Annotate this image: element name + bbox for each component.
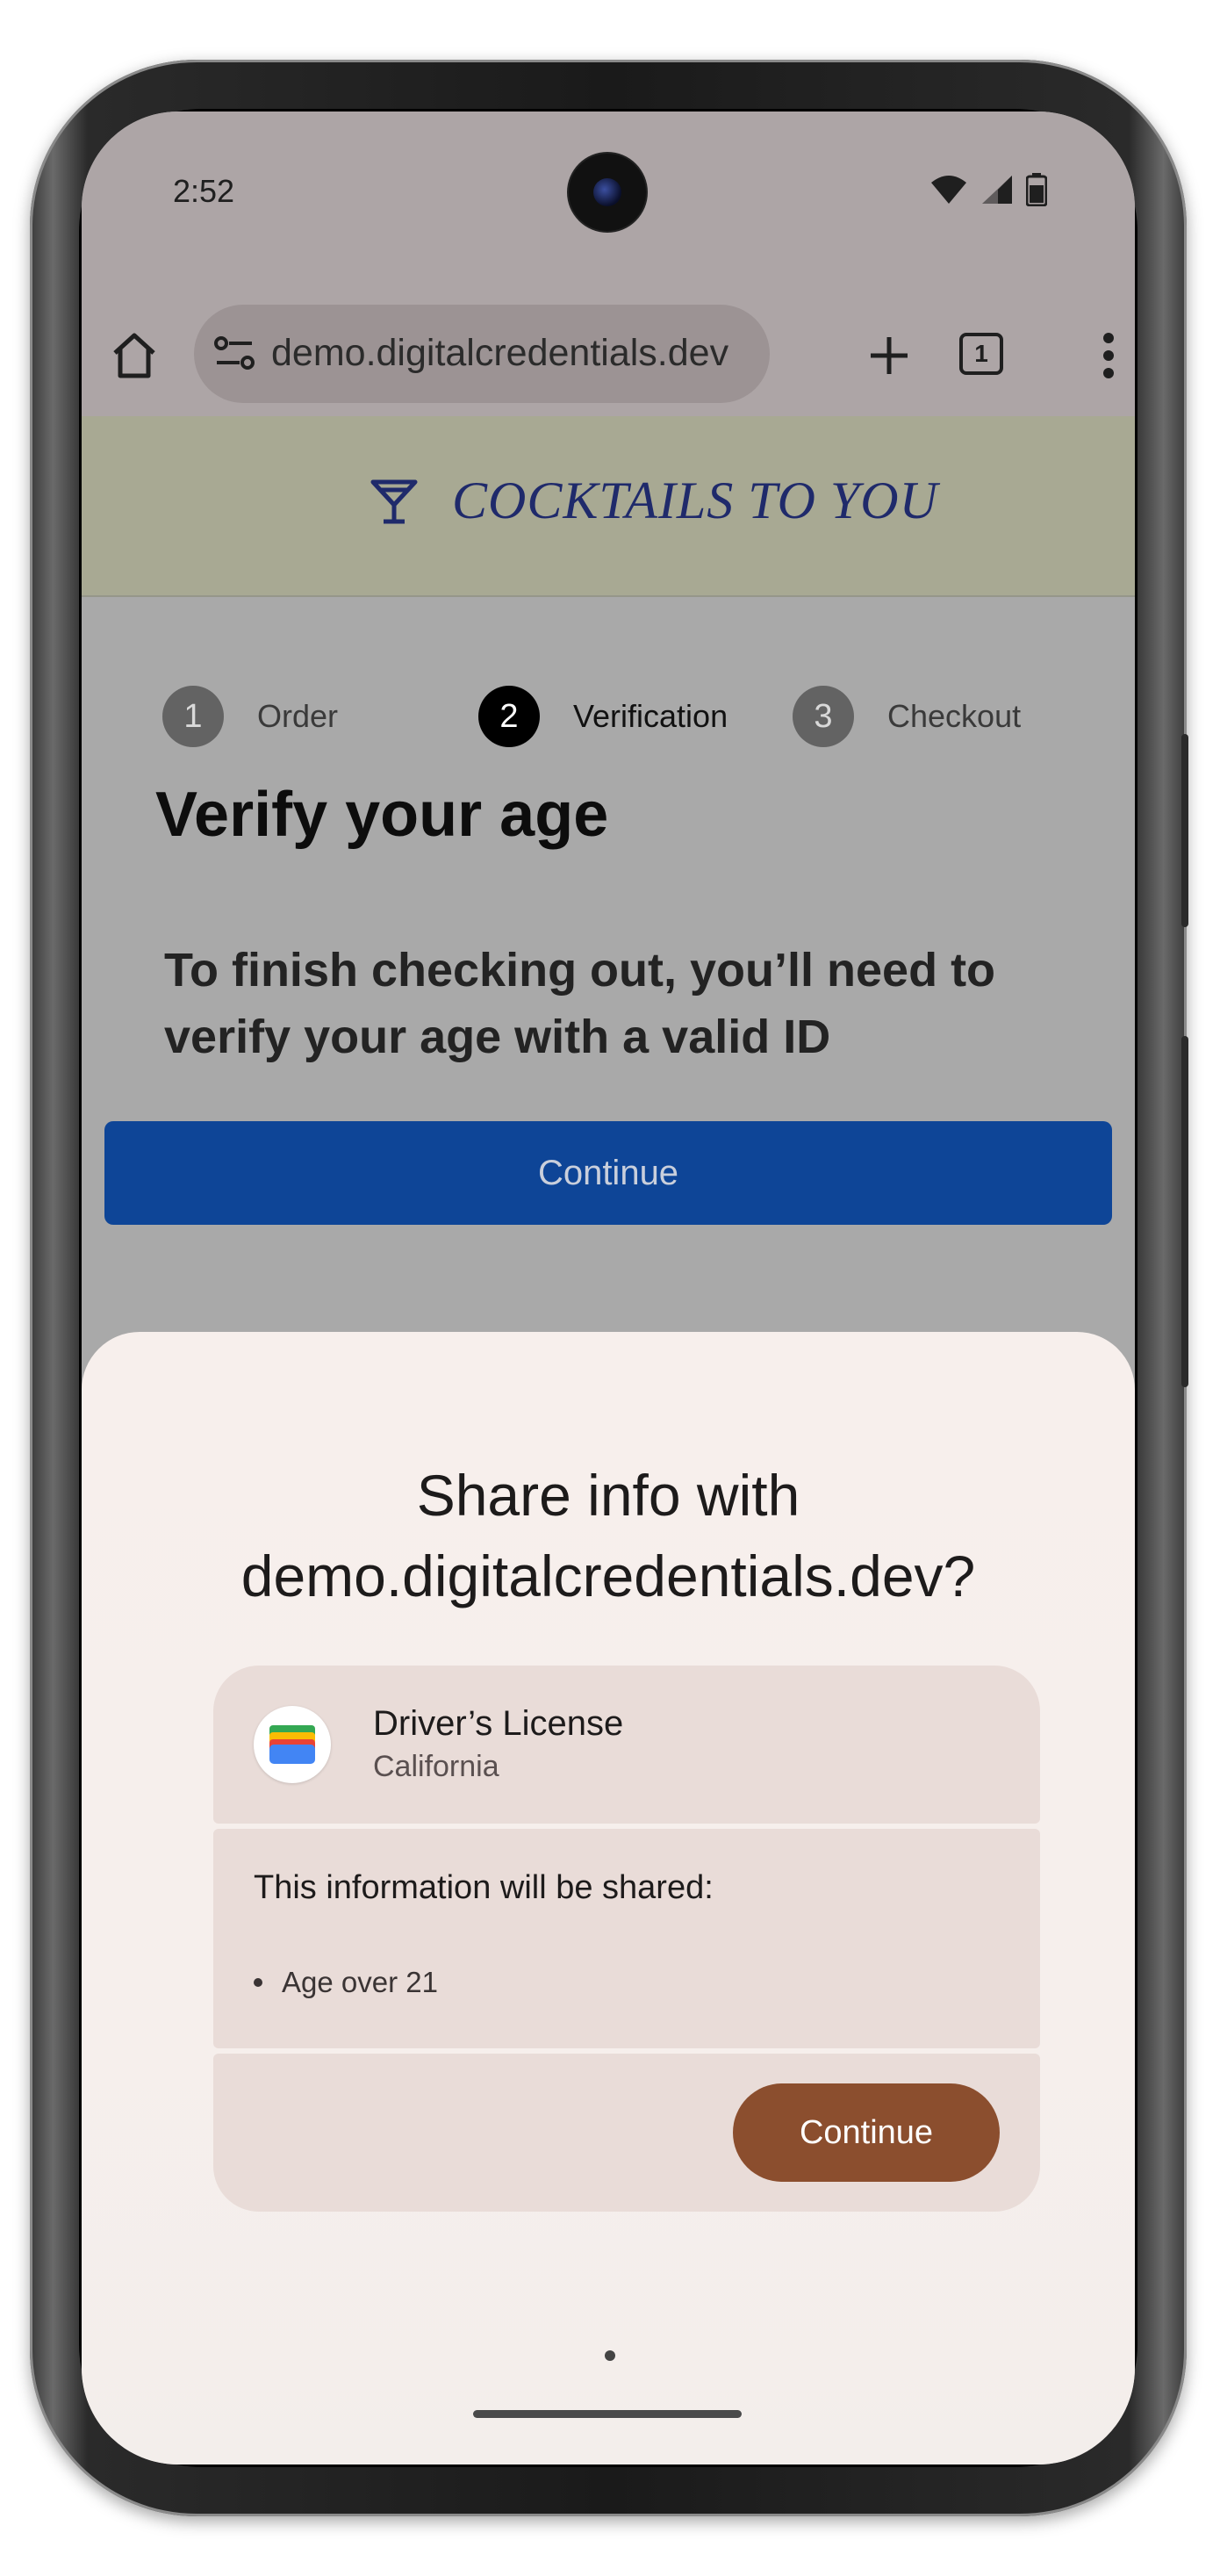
shared-info-card: This information will be shared: Age ove… xyxy=(213,1829,1040,2048)
cocktail-glass-icon xyxy=(370,479,418,523)
step-number: 1 xyxy=(162,686,224,747)
wifi-icon xyxy=(931,176,966,204)
new-tab-icon[interactable] xyxy=(854,320,924,391)
credential-title: Driver’s License xyxy=(373,1704,624,1743)
front-camera xyxy=(569,154,646,231)
step-verification: 2 Verification xyxy=(478,686,728,747)
site-settings-icon[interactable] xyxy=(213,335,257,378)
sheet-title: Share info with demo.digitalcredentials.… xyxy=(82,1455,1135,1616)
step-checkout: 3 Checkout xyxy=(793,686,1021,747)
home-icon[interactable] xyxy=(99,320,169,391)
phone-screen: 2:52 demo.digitalcredentials.dev 1 COCKT… xyxy=(82,112,1135,2464)
bullet-icon xyxy=(254,1978,262,1987)
tab-switcher-icon[interactable]: 1 xyxy=(959,333,1003,375)
sheet-actions: Continue xyxy=(213,2054,1040,2212)
shared-info-item-label: Age over 21 xyxy=(282,1966,438,1998)
step-number: 3 xyxy=(793,686,854,747)
status-bar: 2:52 xyxy=(82,112,1135,296)
sheet-title-line2: demo.digitalcredentials.dev? xyxy=(240,1543,976,1608)
battery-icon xyxy=(1026,173,1047,206)
checkout-steps: 1 Order 2 Verification 3 Checkout xyxy=(82,686,1135,756)
status-icons xyxy=(929,173,1047,206)
page-title: Verify your age xyxy=(155,780,609,850)
sheet-title-line1: Share info with xyxy=(416,1463,800,1528)
continue-button[interactable]: Continue xyxy=(104,1121,1112,1225)
signal-icon xyxy=(982,176,1012,204)
step-label: Checkout xyxy=(887,698,1022,734)
browser-toolbar: demo.digitalcredentials.dev 1 xyxy=(82,296,1135,416)
page-indicator-dot xyxy=(605,2350,615,2361)
site-brand[interactable]: COCKTAILS TO YOU xyxy=(370,471,938,531)
step-label: Verification xyxy=(573,698,728,734)
status-time: 2:52 xyxy=(173,173,235,209)
site-header: COCKTAILS TO YOU xyxy=(82,416,1135,597)
volume-button xyxy=(1181,734,1188,927)
shared-info-item: Age over 21 xyxy=(254,1966,438,1999)
step-label: Order xyxy=(257,698,339,734)
credential-subtitle: California xyxy=(373,1750,499,1783)
gesture-home-bar[interactable] xyxy=(473,2410,742,2418)
credential-share-sheet: Share info with demo.digitalcredentials.… xyxy=(82,1332,1135,2464)
more-menu-icon[interactable] xyxy=(1073,320,1135,391)
page-subtitle: To finish checking out, you’ll need to v… xyxy=(164,944,996,1063)
credential-card[interactable]: Driver’s License California xyxy=(213,1666,1040,1824)
brand-name: COCKTAILS TO YOU xyxy=(452,471,938,529)
share-continue-button[interactable]: Continue xyxy=(733,2083,1000,2182)
url-text[interactable]: demo.digitalcredentials.dev xyxy=(271,332,728,375)
power-button xyxy=(1181,1036,1188,1387)
url-bar[interactable]: demo.digitalcredentials.dev xyxy=(194,305,770,403)
step-number: 2 xyxy=(478,686,540,747)
google-wallet-icon xyxy=(254,1706,331,1783)
step-order: 1 Order xyxy=(162,686,338,747)
shared-info-heading: This information will be shared: xyxy=(254,1869,714,1906)
